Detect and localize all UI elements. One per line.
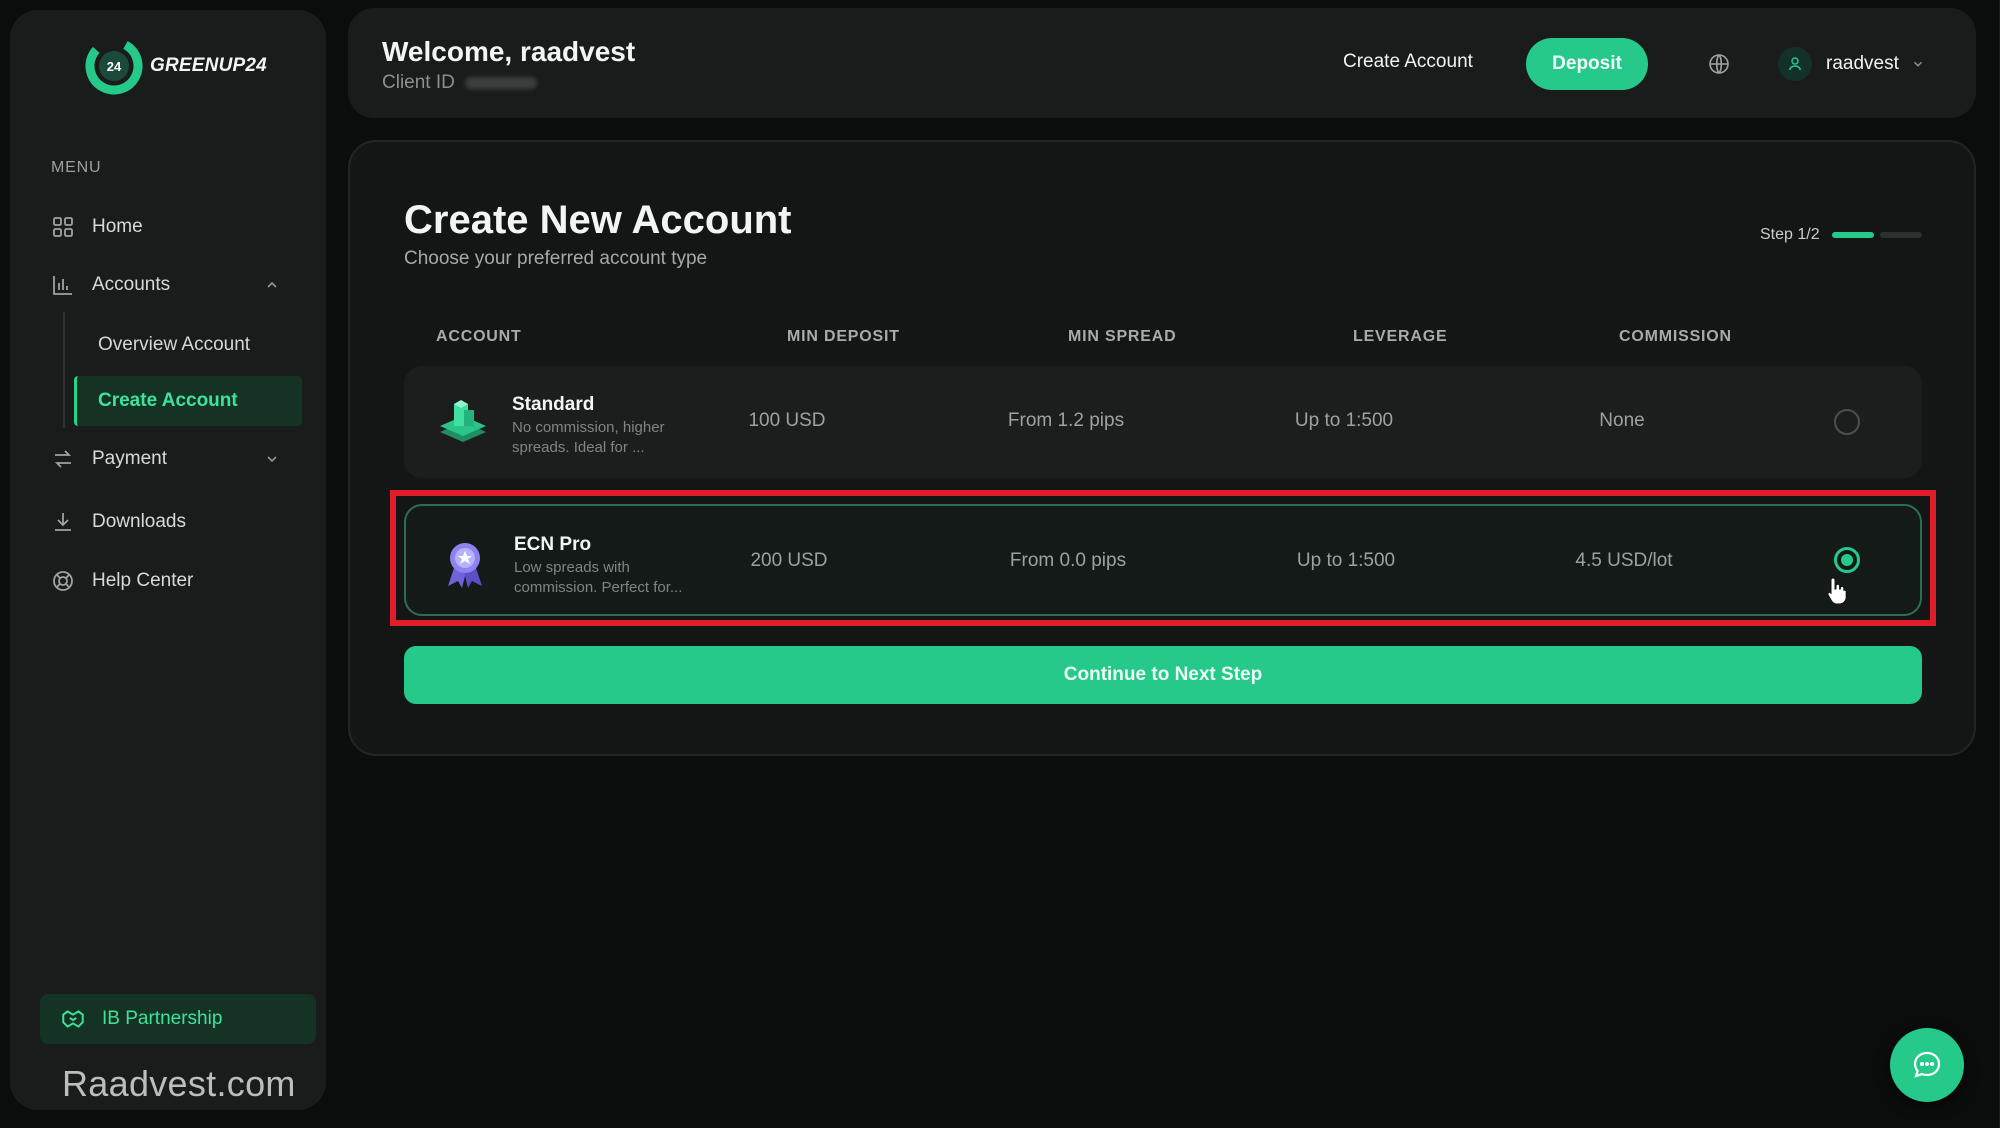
sidebar-item-label: Payment <box>92 448 167 469</box>
user-icon <box>1788 57 1802 71</box>
username: raadvest <box>1826 53 1899 74</box>
sidebar-item-label: Help Center <box>92 570 194 591</box>
greenup-logo-icon: 24 <box>85 37 143 95</box>
column-header-account: ACCOUNT <box>436 328 522 345</box>
leverage-value: Up to 1:500 <box>1296 550 1396 571</box>
create-account-card: Create New Account Choose your preferred… <box>348 140 1976 756</box>
user-menu[interactable]: raadvest <box>1778 46 1925 82</box>
chevron-up-icon <box>267 281 277 288</box>
continue-next-step-button[interactable]: Continue to Next Step <box>404 646 1922 704</box>
award-badge-icon <box>448 543 482 588</box>
sidebar-item-payment[interactable]: Payment <box>50 439 300 479</box>
chevron-down-icon <box>1913 61 1922 67</box>
account-name: Standard <box>512 394 595 415</box>
step-label: Step 1/2 <box>1760 226 1820 243</box>
commission-value: 4.5 USD/lot <box>1575 550 1673 571</box>
account-row-ecn-pro[interactable]: ECN Pro Low spreads with commission. Per… <box>404 504 1922 616</box>
live-chat-button[interactable] <box>1890 1028 1964 1102</box>
brand-name: GREENUP24 <box>150 55 267 76</box>
sidebar-subitem-create-account[interactable]: Create Account <box>74 376 302 426</box>
step-progress <box>1831 232 1928 238</box>
sidebar-item-help-center[interactable]: Help Center <box>50 561 300 601</box>
ib-partnership-button[interactable]: IB Partnership <box>40 994 316 1044</box>
top-header: Welcome, raadvest Client ID Create Accou… <box>348 8 1976 118</box>
welcome-heading: Welcome, raadvest <box>382 36 636 67</box>
ib-partnership-label: IB Partnership <box>102 1008 223 1029</box>
sidebar-item-home[interactable]: Home <box>50 207 300 247</box>
client-id-label: Client ID <box>382 72 455 93</box>
column-header-leverage: LEVERAGE <box>1353 328 1448 345</box>
chevron-down-icon <box>267 456 277 463</box>
page-subtitle: Choose your preferred account type <box>404 248 708 269</box>
select-radio-standard[interactable] <box>1834 409 1860 435</box>
step-indicator: Step 1/2 <box>1760 226 1928 244</box>
commission-value: None <box>1599 410 1645 431</box>
header-create-account-link[interactable]: Create Account <box>1343 51 1473 73</box>
select-radio-ecn-pro[interactable] <box>1834 547 1860 573</box>
min-spread-value: From 1.2 pips <box>1007 410 1125 431</box>
deposit-button[interactable]: Deposit <box>1526 38 1648 90</box>
submenu-guide-line <box>63 312 65 428</box>
client-id-redacted <box>464 77 537 89</box>
bar-chart-icon <box>50 272 76 298</box>
sidebar-item-label: Home <box>92 216 143 237</box>
layers-stack-icon <box>440 400 486 442</box>
sidebar-item-label: Accounts <box>92 274 171 295</box>
account-name: ECN Pro <box>514 534 592 555</box>
min-spread-value: From 0.0 pips <box>1009 550 1127 571</box>
sidebar-item-label: Downloads <box>92 511 186 532</box>
client-id: Client ID <box>382 72 537 94</box>
sidebar: 24 GREENUP24 MENU Home Accounts Overview… <box>10 10 326 1110</box>
step-segment-pending <box>1879 232 1922 238</box>
column-header-min-deposit: MIN DEPOSIT <box>787 328 900 345</box>
sidebar-item-downloads[interactable]: Downloads <box>50 502 300 542</box>
min-deposit-value: 100 USD <box>748 410 826 431</box>
column-header-min-spread: MIN SPREAD <box>1068 328 1177 345</box>
svg-text:24: 24 <box>107 59 122 74</box>
account-row-standard[interactable]: Standard No commission, higher spreads. … <box>404 366 1922 478</box>
avatar <box>1778 47 1812 81</box>
download-icon <box>50 509 76 535</box>
globe-icon[interactable] <box>1707 52 1731 76</box>
watermark-text: Raadvest.com <box>62 1063 296 1104</box>
brand-logo[interactable]: 24 GREENUP24 <box>82 34 267 98</box>
lifebuoy-icon <box>50 568 76 594</box>
transfer-arrows-icon <box>50 446 76 472</box>
handshake-icon <box>62 1010 84 1028</box>
chat-bubble-icon <box>1913 1051 1941 1078</box>
leverage-value: Up to 1:500 <box>1294 410 1394 431</box>
sidebar-subitem-overview-account[interactable]: Overview Account <box>78 320 306 370</box>
sidebar-item-accounts[interactable]: Accounts <box>50 265 300 305</box>
step-segment-complete <box>1831 232 1874 238</box>
page-title: Create New Account <box>404 198 792 242</box>
menu-label: MENU <box>51 159 102 176</box>
column-header-commission: COMMISSION <box>1619 328 1732 345</box>
grid-icon <box>50 214 76 240</box>
min-deposit-value: 200 USD <box>750 550 828 571</box>
